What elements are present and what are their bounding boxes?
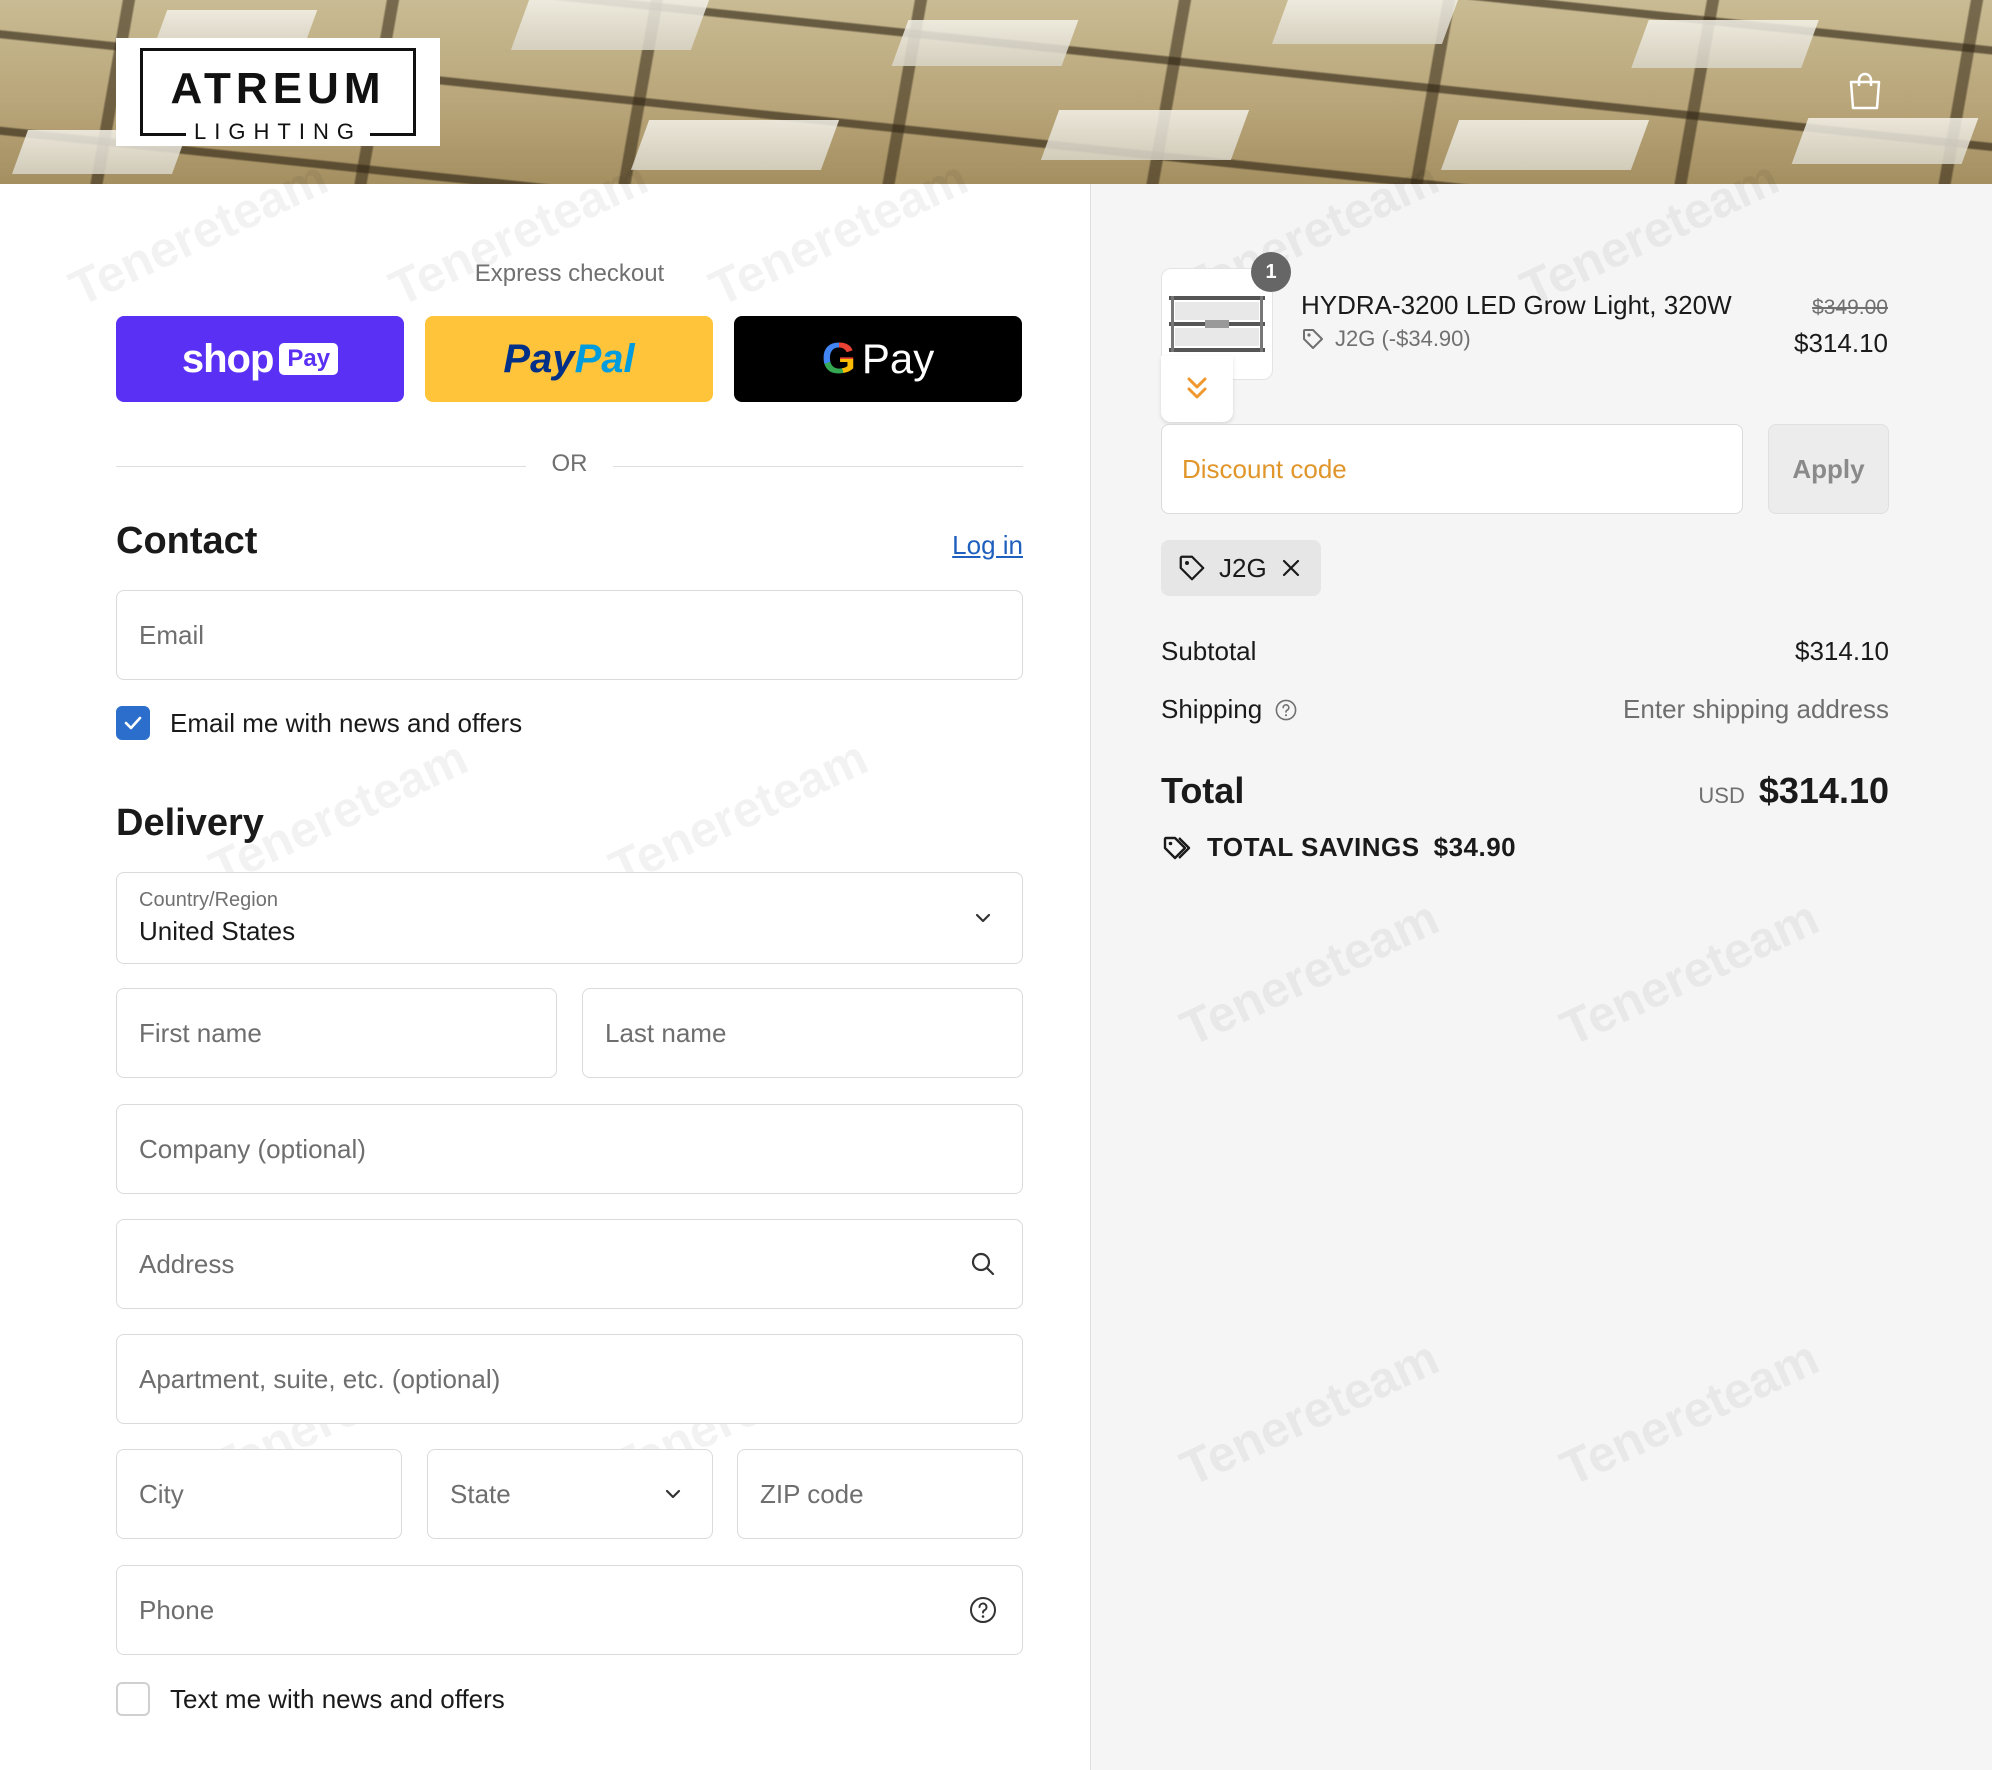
city-field[interactable]: City [116, 1449, 402, 1539]
sms-checkbox[interactable] [116, 1682, 150, 1716]
subtotal-label: Subtotal [1161, 636, 1257, 666]
quantity-badge: 1 [1251, 252, 1291, 292]
price-original: $349.00 [1812, 296, 1888, 319]
shipping-value: Enter shipping address [1623, 694, 1889, 724]
logo-sub-text: LIGHTING [186, 119, 370, 145]
shop-pay-badge: Pay [279, 343, 339, 375]
help-circle-icon[interactable] [1274, 698, 1298, 722]
grow-light-image [1169, 296, 1265, 352]
sms-checkbox-row[interactable]: Text me with news and offers [116, 1682, 505, 1716]
shop-pay-button[interactable]: shop Pay [116, 316, 404, 402]
city-placeholder: City [139, 1478, 184, 1509]
contact-heading: Contact [116, 520, 258, 562]
help-circle-icon[interactable] [968, 1595, 998, 1625]
address-placeholder: Address [139, 1248, 235, 1279]
tag-icon [1303, 329, 1323, 349]
order-summary-column: Tenereteam Tenereteam Tenereteam Teneret… [1090, 149, 1992, 1770]
product-name: HYDRA-3200 LED Grow Light, 320W [1301, 290, 1732, 320]
google-pay-button[interactable]: G Pay [734, 316, 1022, 402]
applied-discount-chip: J2G [1161, 540, 1321, 596]
newsletter-checkbox[interactable] [116, 706, 150, 740]
zip-field[interactable]: ZIP code [737, 1449, 1023, 1539]
email-field[interactable]: Email [116, 590, 1023, 680]
state-select[interactable]: State [427, 1449, 713, 1539]
logo-main-text: ATREUM [170, 64, 386, 113]
brand-logo[interactable]: ATREUM LIGHTING [116, 38, 440, 146]
total-label: Total [1161, 770, 1245, 811]
first-name-placeholder: First name [139, 1017, 262, 1048]
paypal-button[interactable]: PayPal [425, 316, 713, 402]
or-label: OR [551, 450, 588, 477]
sms-label: Text me with news and offers [170, 1683, 505, 1714]
first-name-field[interactable]: First name [116, 988, 557, 1078]
apply-button[interactable]: Apply [1768, 424, 1889, 514]
subtotal-value: $314.10 [1795, 636, 1889, 666]
or-divider: OR [116, 450, 1023, 480]
last-name-field[interactable]: Last name [582, 988, 1023, 1078]
login-link[interactable]: Log in [952, 530, 1023, 561]
zip-placeholder: ZIP code [760, 1478, 864, 1509]
close-icon[interactable] [1279, 556, 1303, 580]
subtotal-row: Subtotal $314.10 [1161, 636, 1889, 667]
newsletter-checkbox-row[interactable]: Email me with news and offers [116, 706, 522, 740]
currency-code: USD [1698, 783, 1745, 808]
product-discount-text: J2G (-$34.90) [1335, 326, 1471, 351]
email-placeholder: Email [139, 619, 205, 650]
phone-placeholder: Phone [139, 1594, 215, 1625]
header-banner: ATREUM LIGHTING [0, 0, 1992, 184]
checkmark-icon [124, 716, 142, 730]
discount-placeholder: Discount code [1182, 453, 1347, 484]
expand-tab[interactable] [1161, 356, 1233, 422]
checkout-form-column: Tenereteam Tenereteam Tenereteam Teneret… [0, 149, 1090, 1770]
google-g-icon: G [821, 334, 856, 383]
tags-icon [1163, 836, 1191, 859]
savings-label: TOTAL SAVINGS [1207, 832, 1420, 862]
product-discount: J2G (-$34.90) [1301, 326, 1471, 352]
paypal-wordmark: PayPal [503, 336, 635, 381]
country-label: Country/Region [139, 889, 278, 911]
company-field[interactable]: Company (optional) [116, 1104, 1023, 1194]
total-savings-row: TOTAL SAVINGS $34.90 [1161, 832, 1516, 863]
search-icon[interactable] [968, 1249, 998, 1279]
google-pay-wordmark: G Pay [821, 334, 935, 383]
discount-code-input[interactable]: Discount code [1161, 424, 1743, 514]
phone-field[interactable]: Phone [116, 1565, 1023, 1655]
applied-code-text: J2G [1219, 552, 1267, 583]
shopping-bag-icon[interactable] [1848, 70, 1882, 110]
chevron-down-icon [975, 913, 991, 923]
company-placeholder: Company (optional) [139, 1133, 366, 1164]
newsletter-label: Email me with news and offers [170, 707, 523, 738]
country-value: United States [139, 916, 296, 946]
total-row: Total USD $314.10 [1161, 770, 1889, 812]
apartment-placeholder: Apartment, suite, etc. (optional) [139, 1363, 501, 1394]
delivery-heading: Delivery [116, 802, 264, 844]
country-select[interactable]: Country/Region United States [116, 872, 1023, 964]
total-value: $314.10 [1758, 770, 1889, 811]
tag-icon [1179, 555, 1205, 581]
shipping-row: Shipping Enter shipping address [1161, 694, 1889, 725]
state-placeholder: State [450, 1478, 511, 1509]
shipping-label: Shipping [1161, 694, 1263, 724]
last-name-placeholder: Last name [605, 1017, 727, 1048]
price-final: $314.10 [1794, 328, 1888, 358]
shop-pay-wordmark: shop [181, 336, 275, 381]
chevron-down-icon [665, 1489, 681, 1499]
savings-value: $34.90 [1433, 832, 1517, 862]
chevrons-down-icon [1187, 377, 1207, 399]
address-field[interactable]: Address [116, 1219, 1023, 1309]
express-checkout-title: Express checkout [474, 260, 665, 287]
apartment-field[interactable]: Apartment, suite, etc. (optional) [116, 1334, 1023, 1424]
